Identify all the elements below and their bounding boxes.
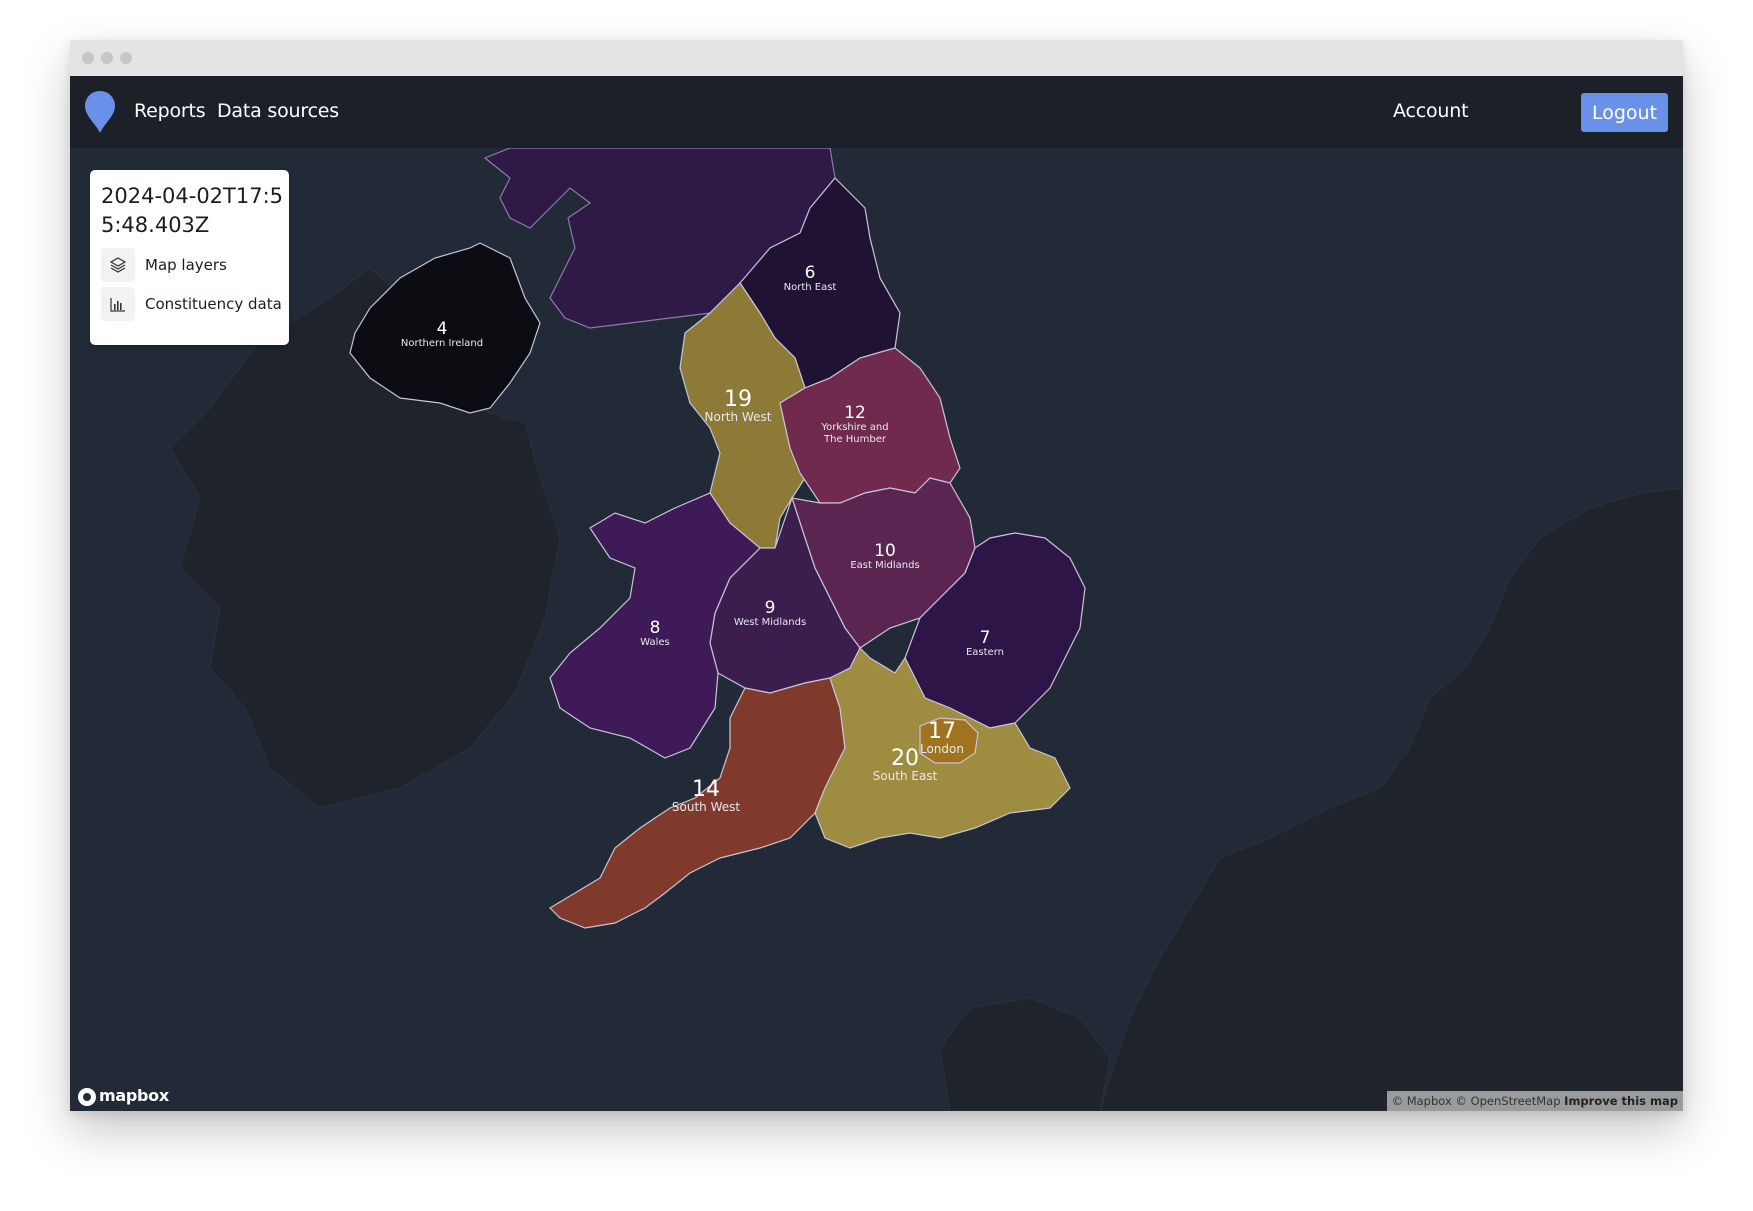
region-value-label: 8 bbox=[650, 618, 661, 638]
window-minimize-dot[interactable] bbox=[101, 52, 113, 64]
region-labels-layer: 4Northern Ireland 6North East 19North West… bbox=[401, 263, 1004, 814]
map-attribution: © Mapbox © OpenStreetMap Improve this ma… bbox=[1386, 1091, 1683, 1111]
map-canvas[interactable]: 4 Northern Ireland 6 North East 19 North West… bbox=[70, 148, 1683, 1111]
region-name-label: Wales bbox=[640, 637, 670, 648]
constituency-data-button[interactable]: Constituency data bbox=[101, 287, 282, 321]
region-name-label: Yorkshire and bbox=[820, 422, 888, 433]
region-value-label: 19 bbox=[724, 387, 752, 412]
region-value-label: 4 bbox=[437, 319, 448, 339]
window-titlebar bbox=[70, 40, 1683, 76]
region-name-label: London bbox=[920, 742, 964, 756]
map-pin-logo-icon[interactable] bbox=[84, 90, 116, 134]
attribution-text: © Mapbox © OpenStreetMap bbox=[1391, 1094, 1561, 1108]
logout-button[interactable]: Logout bbox=[1581, 93, 1668, 132]
constituency-data-label: Constituency data bbox=[145, 295, 282, 313]
region-name-label: South West bbox=[672, 800, 740, 814]
region-name-label: Northern Ireland bbox=[401, 338, 483, 349]
top-navbar: Reports Data sources Account Logout bbox=[70, 76, 1683, 148]
report-panel: 2024-04-02T17:55:48.403Z Map layers Cons… bbox=[90, 170, 289, 345]
region-name-label: South East bbox=[873, 769, 938, 783]
region-value-label: 7 bbox=[980, 628, 991, 648]
region-value-label: 6 bbox=[805, 263, 816, 283]
region-name-label: North West bbox=[705, 410, 772, 424]
region-value-label: 9 bbox=[765, 598, 776, 618]
region-name-label: North East bbox=[784, 282, 837, 293]
map-layers-label: Map layers bbox=[145, 256, 227, 274]
region-name-label: The Humber bbox=[823, 434, 887, 445]
improve-map-link[interactable]: Improve this map bbox=[1564, 1094, 1678, 1108]
region-value-label: 10 bbox=[874, 541, 896, 561]
browser-window: Reports Data sources Account Logout 4 No… bbox=[70, 40, 1683, 1111]
region-value-label: 20 bbox=[891, 746, 919, 771]
nav-account-link[interactable]: Account bbox=[1393, 100, 1469, 122]
region-value-label: 17 bbox=[928, 719, 956, 744]
nav-data-sources-link[interactable]: Data sources bbox=[217, 100, 339, 122]
mapbox-icon bbox=[78, 1088, 96, 1106]
bar-chart-icon bbox=[110, 298, 125, 312]
region-value-label: 12 bbox=[844, 403, 866, 423]
region-name-label: East Midlands bbox=[850, 560, 919, 571]
region-name-label: Eastern bbox=[966, 647, 1004, 658]
window-maximize-dot[interactable] bbox=[120, 52, 132, 64]
region-name-label: West Midlands bbox=[734, 617, 806, 628]
layers-icon bbox=[110, 257, 126, 273]
nav-reports-link[interactable]: Reports bbox=[134, 100, 206, 122]
report-title: 2024-04-02T17:55:48.403Z bbox=[101, 184, 284, 237]
window-close-dot[interactable] bbox=[82, 52, 94, 64]
map-layers-button[interactable]: Map layers bbox=[101, 248, 281, 282]
region-value-label: 14 bbox=[692, 777, 720, 802]
